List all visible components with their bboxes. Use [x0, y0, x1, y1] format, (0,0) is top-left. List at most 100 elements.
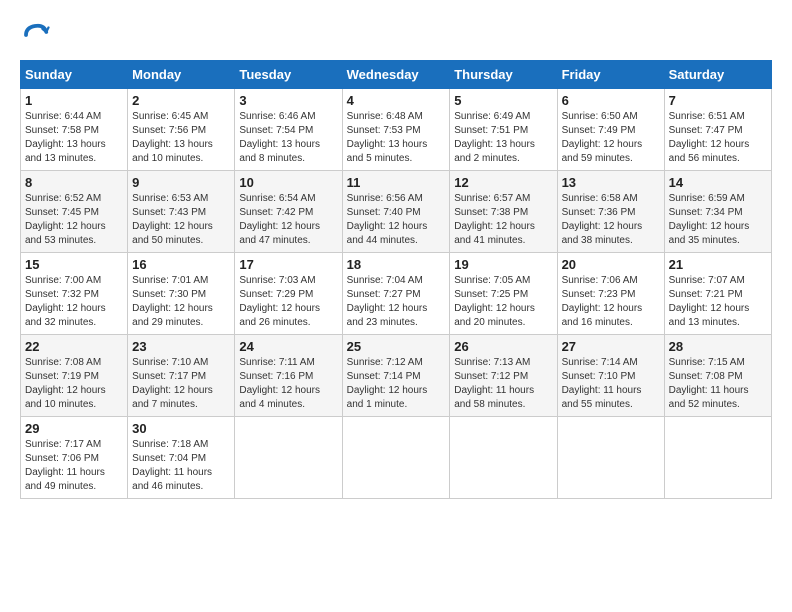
calendar-day-cell: 8 Sunrise: 6:52 AM Sunset: 7:45 PM Daylig…: [21, 171, 128, 253]
calendar-day-cell: 18 Sunrise: 7:04 AM Sunset: 7:27 PM Dayli…: [342, 253, 450, 335]
day-number: 17: [239, 257, 337, 272]
day-info: Sunrise: 6:59 AM Sunset: 7:34 PM Dayligh…: [669, 192, 767, 248]
calendar-day-cell: 4Sunrise: 6:48 AM Sunset: 7:53 PM Daylig…: [342, 89, 450, 171]
day-info: Sunrise: 7:11 AM Sunset: 7:16 PM Dayligh…: [239, 356, 337, 412]
day-number: 30: [132, 421, 230, 436]
day-number: 22: [25, 339, 123, 354]
day-info: Sunrise: 7:00 AM Sunset: 7:32 PM Dayligh…: [25, 274, 123, 330]
day-number: 12: [454, 175, 552, 190]
day-number: 6: [562, 93, 660, 108]
calendar-day-cell: 5Sunrise: 6:49 AM Sunset: 7:51 PM Daylig…: [450, 89, 557, 171]
calendar-day-cell: [557, 417, 664, 499]
calendar-table: SundayMondayTuesdayWednesdayThursdayFrid…: [20, 60, 772, 499]
day-info: Sunrise: 6:57 AM Sunset: 7:38 PM Dayligh…: [454, 192, 552, 248]
day-number: 25: [347, 339, 446, 354]
calendar-day-cell: 10Sunrise: 6:54 AM Sunset: 7:42 PM Dayli…: [235, 171, 342, 253]
calendar-day-cell: 16 Sunrise: 7:01 AM Sunset: 7:30 PM Dayli…: [128, 253, 235, 335]
calendar-day-cell: 13 Sunrise: 6:58 AM Sunset: 7:36 PM Dayli…: [557, 171, 664, 253]
day-info: Sunrise: 7:06 AM Sunset: 7:23 PM Dayligh…: [562, 274, 660, 330]
day-info: Sunrise: 7:14 AM Sunset: 7:10 PM Dayligh…: [562, 356, 660, 412]
calendar-day-cell: [235, 417, 342, 499]
calendar-day-cell: [342, 417, 450, 499]
calendar-day-cell: 3 Sunrise: 6:46 AM Sunset: 7:54 PM Daylig…: [235, 89, 342, 171]
calendar-week-row: 29 Sunrise: 7:17 AM Sunset: 7:06 PM Dayli…: [21, 417, 772, 499]
day-info: Sunrise: 6:52 AM Sunset: 7:45 PM Dayligh…: [25, 192, 123, 248]
logo-icon: [20, 20, 50, 50]
day-number: 9: [132, 175, 230, 190]
calendar-day-cell: 20 Sunrise: 7:06 AM Sunset: 7:23 PM Dayli…: [557, 253, 664, 335]
calendar-day-cell: 22 Sunrise: 7:08 AM Sunset: 7:19 PM Dayli…: [21, 335, 128, 417]
page-header: [20, 20, 772, 50]
day-number: 19: [454, 257, 552, 272]
day-number: 16: [132, 257, 230, 272]
calendar-week-row: 1 Sunrise: 6:44 AM Sunset: 7:58 PM Daylig…: [21, 89, 772, 171]
day-of-week-header: Tuesday: [235, 61, 342, 89]
calendar-day-cell: 1 Sunrise: 6:44 AM Sunset: 7:58 PM Daylig…: [21, 89, 128, 171]
day-of-week-header: Monday: [128, 61, 235, 89]
calendar-day-cell: 30 Sunrise: 7:18 AM Sunset: 7:04 PM Dayli…: [128, 417, 235, 499]
day-number: 4: [347, 93, 446, 108]
calendar-day-cell: 7 Sunrise: 6:51 AM Sunset: 7:47 PM Daylig…: [664, 89, 771, 171]
day-info: Sunrise: 7:07 AM Sunset: 7:21 PM Dayligh…: [669, 274, 767, 330]
day-info: Sunrise: 6:50 AM Sunset: 7:49 PM Dayligh…: [562, 110, 660, 166]
day-info: Sunrise: 7:03 AM Sunset: 7:29 PM Dayligh…: [239, 274, 337, 330]
calendar-day-cell: 15 Sunrise: 7:00 AM Sunset: 7:32 PM Dayli…: [21, 253, 128, 335]
day-of-week-header: Wednesday: [342, 61, 450, 89]
day-of-week-header: Thursday: [450, 61, 557, 89]
day-info: Sunrise: 6:51 AM Sunset: 7:47 PM Dayligh…: [669, 110, 767, 166]
calendar-day-cell: [664, 417, 771, 499]
calendar-week-row: 15 Sunrise: 7:00 AM Sunset: 7:32 PM Dayli…: [21, 253, 772, 335]
day-info: Sunrise: 7:15 AM Sunset: 7:08 PM Dayligh…: [669, 356, 767, 412]
day-info: Sunrise: 6:44 AM Sunset: 7:58 PM Dayligh…: [25, 110, 123, 166]
day-info: Sunrise: 6:58 AM Sunset: 7:36 PM Dayligh…: [562, 192, 660, 248]
day-number: 15: [25, 257, 123, 272]
day-number: 28: [669, 339, 767, 354]
day-number: 26: [454, 339, 552, 354]
day-info: Sunrise: 7:05 AM Sunset: 7:25 PM Dayligh…: [454, 274, 552, 330]
day-number: 7: [669, 93, 767, 108]
calendar-week-row: 8 Sunrise: 6:52 AM Sunset: 7:45 PM Daylig…: [21, 171, 772, 253]
calendar-day-cell: [450, 417, 557, 499]
day-number: 13: [562, 175, 660, 190]
day-number: 29: [25, 421, 123, 436]
calendar-day-cell: 21 Sunrise: 7:07 AM Sunset: 7:21 PM Dayli…: [664, 253, 771, 335]
day-info: Sunrise: 6:53 AM Sunset: 7:43 PM Dayligh…: [132, 192, 230, 248]
calendar-day-cell: 19 Sunrise: 7:05 AM Sunset: 7:25 PM Dayli…: [450, 253, 557, 335]
calendar-day-cell: 11Sunrise: 6:56 AM Sunset: 7:40 PM Dayli…: [342, 171, 450, 253]
calendar-day-cell: 28 Sunrise: 7:15 AM Sunset: 7:08 PM Dayli…: [664, 335, 771, 417]
day-of-week-header: Saturday: [664, 61, 771, 89]
calendar-day-cell: 26Sunrise: 7:13 AM Sunset: 7:12 PM Dayli…: [450, 335, 557, 417]
day-info: Sunrise: 7:04 AM Sunset: 7:27 PM Dayligh…: [347, 274, 446, 330]
day-info: Sunrise: 6:45 AM Sunset: 7:56 PM Dayligh…: [132, 110, 230, 166]
day-info: Sunrise: 7:12 AM Sunset: 7:14 PM Dayligh…: [347, 356, 446, 412]
calendar-day-cell: 14 Sunrise: 6:59 AM Sunset: 7:34 PM Dayli…: [664, 171, 771, 253]
day-of-week-header: Friday: [557, 61, 664, 89]
day-info: Sunrise: 7:08 AM Sunset: 7:19 PM Dayligh…: [25, 356, 123, 412]
day-info: Sunrise: 7:18 AM Sunset: 7:04 PM Dayligh…: [132, 438, 230, 494]
day-number: 3: [239, 93, 337, 108]
calendar-day-cell: 9 Sunrise: 6:53 AM Sunset: 7:43 PM Daylig…: [128, 171, 235, 253]
day-number: 18: [347, 257, 446, 272]
logo: [20, 20, 56, 50]
day-number: 8: [25, 175, 123, 190]
day-number: 2: [132, 93, 230, 108]
calendar-day-cell: 29 Sunrise: 7:17 AM Sunset: 7:06 PM Dayli…: [21, 417, 128, 499]
day-number: 10: [239, 175, 337, 190]
calendar-day-cell: 6 Sunrise: 6:50 AM Sunset: 7:49 PM Daylig…: [557, 89, 664, 171]
day-info: Sunrise: 6:46 AM Sunset: 7:54 PM Dayligh…: [239, 110, 337, 166]
day-number: 21: [669, 257, 767, 272]
day-info: Sunrise: 7:10 AM Sunset: 7:17 PM Dayligh…: [132, 356, 230, 412]
calendar-day-cell: 17 Sunrise: 7:03 AM Sunset: 7:29 PM Dayli…: [235, 253, 342, 335]
calendar-day-cell: 2 Sunrise: 6:45 AM Sunset: 7:56 PM Daylig…: [128, 89, 235, 171]
calendar-day-cell: 24Sunrise: 7:11 AM Sunset: 7:16 PM Dayli…: [235, 335, 342, 417]
calendar-week-row: 22 Sunrise: 7:08 AM Sunset: 7:19 PM Dayli…: [21, 335, 772, 417]
day-info: Sunrise: 7:17 AM Sunset: 7:06 PM Dayligh…: [25, 438, 123, 494]
day-of-week-header: Sunday: [21, 61, 128, 89]
day-info: Sunrise: 7:01 AM Sunset: 7:30 PM Dayligh…: [132, 274, 230, 330]
day-number: 14: [669, 175, 767, 190]
day-info: Sunrise: 6:49 AM Sunset: 7:51 PM Dayligh…: [454, 110, 552, 166]
day-number: 20: [562, 257, 660, 272]
calendar-header-row: SundayMondayTuesdayWednesdayThursdayFrid…: [21, 61, 772, 89]
day-number: 1: [25, 93, 123, 108]
calendar-day-cell: 12 Sunrise: 6:57 AM Sunset: 7:38 PM Dayli…: [450, 171, 557, 253]
